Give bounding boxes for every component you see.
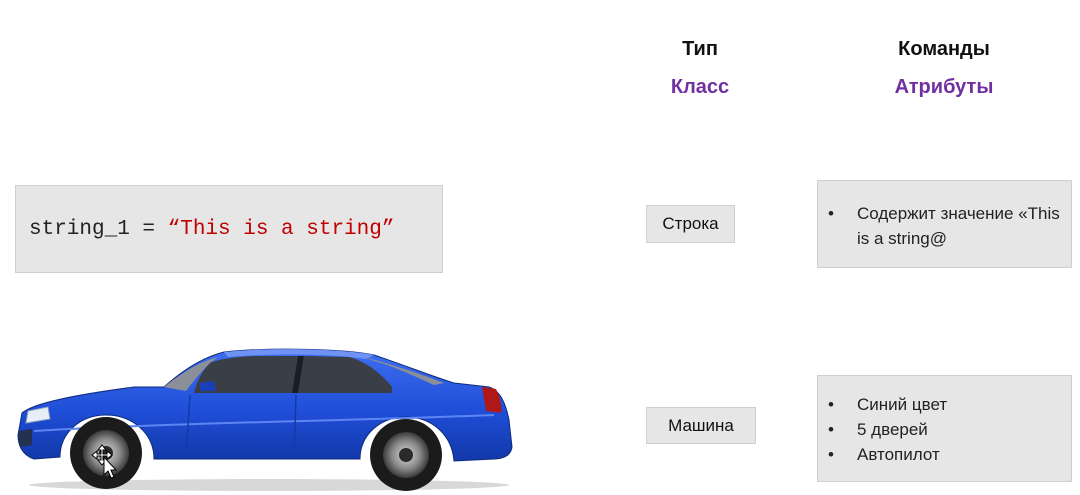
code-string-literal: “This is a string” [167, 217, 395, 241]
attribute-list: • Синий цвет • 5 дверей • Автопилот [828, 392, 1061, 467]
attributes-box-car: • Синий цвет • 5 дверей • Автопилот [817, 375, 1072, 482]
commands-header: Команды [898, 38, 990, 60]
attribute-item: • Автопилот [828, 442, 1061, 467]
attribute-list: • Содержит значение «This is a string@ [828, 201, 1061, 251]
bullet-icon: • [828, 204, 834, 223]
class-tag-string: Строка [646, 205, 735, 243]
bullet-icon: • [828, 445, 834, 464]
attributes-box-string: • Содержит значение «This is a string@ [817, 180, 1072, 268]
class-tag-label: Строка [662, 214, 719, 233]
code-variable-assignment: string_1 = [29, 217, 168, 241]
front-wheel [70, 417, 142, 489]
attribute-text: Автопилот [857, 445, 940, 464]
car-image [17, 348, 513, 491]
bullet-icon: • [828, 395, 834, 414]
attribute-text: 5 дверей [857, 420, 928, 439]
class-header: Класс [670, 76, 730, 98]
code-snippet-box: string_1 = “This is a string” [15, 185, 443, 273]
rear-wheel [370, 419, 442, 491]
class-tag-label: Машина [668, 415, 734, 435]
attribute-item: • Содержит значение «This is a string@ [828, 201, 1061, 251]
bullet-icon: • [828, 420, 834, 439]
attribute-item: • 5 дверей [828, 417, 1061, 442]
attribute-item: • Синий цвет [828, 392, 1061, 417]
class-tag-car: Машина [646, 407, 756, 444]
type-header: Тип [682, 38, 718, 60]
attribute-text: Синий цвет [857, 395, 948, 414]
attribute-text: Содержит значение «This is a string@ [857, 204, 1060, 248]
attributes-header: Атрибуты [894, 76, 994, 98]
